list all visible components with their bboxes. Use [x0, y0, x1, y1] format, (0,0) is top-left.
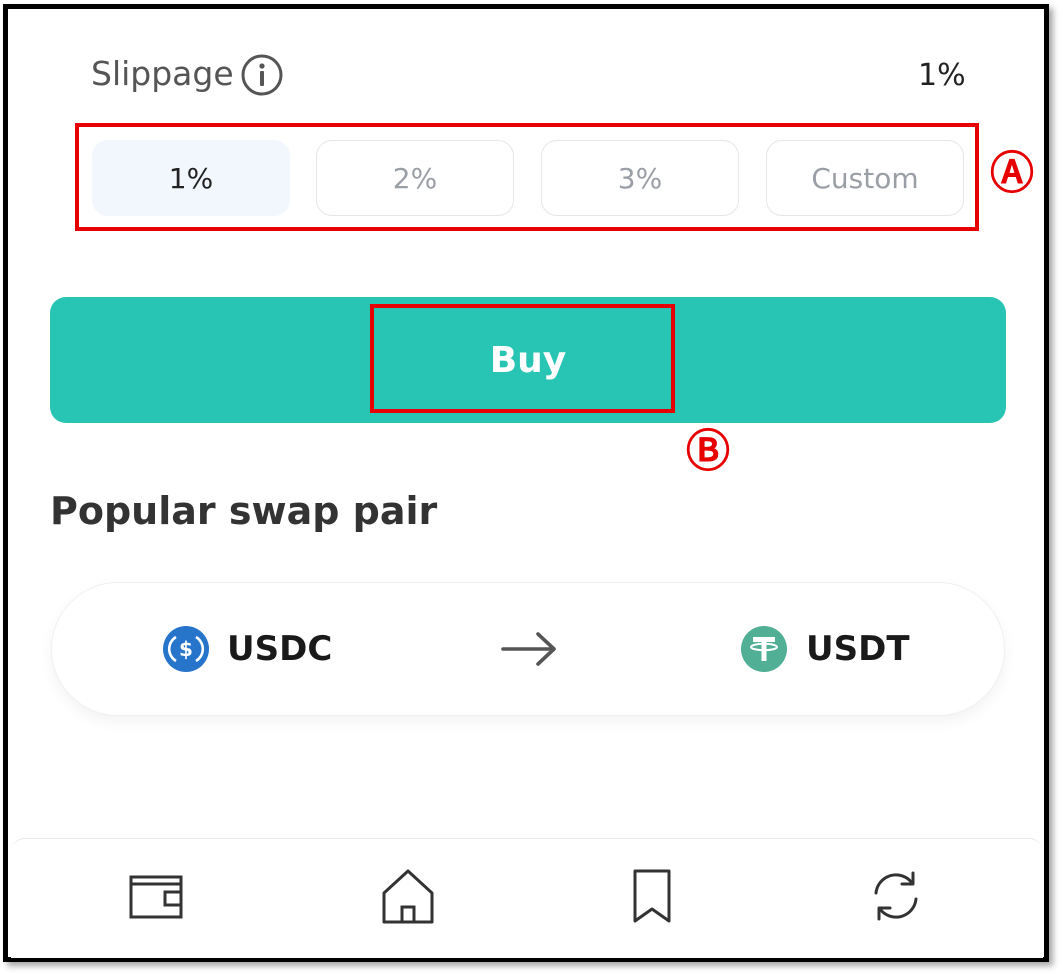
usdc-icon: $	[163, 626, 209, 672]
annotation-marker-a: Ⓐ	[990, 148, 1034, 199]
swap-icon[interactable]	[866, 866, 926, 926]
slippage-label: Slippage	[91, 54, 234, 93]
section-title: Popular swap pair	[50, 489, 438, 533]
to-coin-label: USDT	[806, 629, 910, 669]
screenshot-frame: Slippage 1% 1% 2% 3% Custom Ⓐ Buy Ⓑ Popu…	[0, 0, 1063, 974]
arrow-right-icon	[501, 632, 556, 666]
slippage-value: 1%	[918, 58, 966, 93]
home-icon[interactable]	[378, 866, 438, 926]
svg-text:$: $	[179, 637, 193, 661]
from-coin-label: USDC	[227, 629, 333, 669]
annotation-box-b	[370, 304, 675, 413]
annotation-marker-b: Ⓑ	[686, 426, 730, 477]
wallet-icon[interactable]	[126, 868, 186, 928]
bookmark-icon[interactable]	[622, 866, 682, 926]
usdt-icon	[741, 626, 787, 672]
annotation-box-a	[75, 123, 979, 231]
info-icon[interactable]	[240, 53, 284, 97]
